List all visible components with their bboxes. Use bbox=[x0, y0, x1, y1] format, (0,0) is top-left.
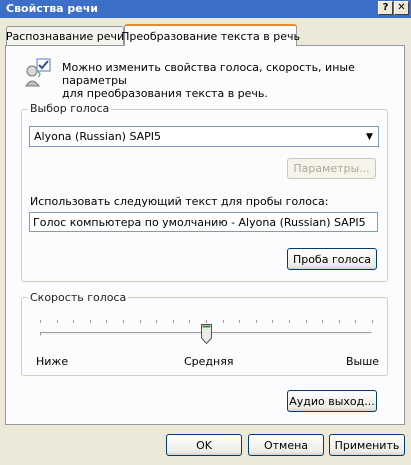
ok-button[interactable]: OK bbox=[166, 434, 242, 456]
preview-text-input[interactable]: Голос компьютера по умолчанию - Alyona (… bbox=[29, 212, 378, 232]
slider-tick bbox=[56, 320, 58, 323]
slider-tick bbox=[73, 320, 75, 323]
apply-button[interactable]: Применить bbox=[329, 434, 405, 456]
tab-speech-recognition[interactable]: Распознавание речи bbox=[6, 26, 124, 45]
slider-tick bbox=[106, 320, 108, 323]
voice-selection-label: Выбор голоса bbox=[28, 102, 112, 115]
slider-tick bbox=[156, 320, 158, 323]
slider-tick bbox=[372, 320, 373, 323]
slider-tick bbox=[172, 320, 174, 323]
slider-tick bbox=[40, 320, 41, 323]
slider-tick bbox=[89, 320, 91, 323]
slider-tick bbox=[338, 320, 340, 323]
slider-tick bbox=[189, 320, 191, 323]
intro-text-line2: для преобразования текста в речь. bbox=[62, 87, 268, 100]
window-title: Свойства речи bbox=[6, 2, 99, 15]
speed-slider-thumb[interactable] bbox=[201, 324, 212, 345]
voice-speed-label: Скорость голоса bbox=[28, 291, 129, 304]
speed-mid-label: Средняя bbox=[184, 355, 234, 368]
slider-tick bbox=[255, 320, 257, 323]
help-button[interactable]: ? bbox=[378, 1, 393, 15]
speed-min-label: Ниже bbox=[36, 355, 69, 368]
slider-tick bbox=[322, 320, 324, 323]
voice-dropdown[interactable]: Alyona (Russian) SAPI5 ▼ bbox=[29, 126, 379, 147]
speed-max-label: Выше bbox=[346, 355, 380, 368]
slider-tick bbox=[206, 320, 207, 323]
preview-text-label: Использовать следующий текст для пробы г… bbox=[30, 195, 329, 208]
voice-dropdown-value: Alyona (Russian) SAPI5 bbox=[34, 130, 162, 143]
slider-tick bbox=[355, 320, 357, 323]
slider-tick bbox=[305, 320, 307, 323]
voice-settings-button[interactable]: Параметры... bbox=[287, 158, 376, 179]
close-button[interactable]: ✕ bbox=[394, 1, 409, 15]
tab-text-to-speech-label: Преобразование текста в речь bbox=[121, 29, 300, 43]
slider-tick bbox=[289, 320, 290, 323]
speech-properties-icon bbox=[23, 58, 53, 88]
slider-tick bbox=[123, 320, 124, 323]
tab-speech-recognition-label: Распознавание речи bbox=[5, 29, 125, 43]
slider-tick bbox=[239, 320, 241, 323]
slider-tick bbox=[272, 320, 274, 323]
preview-voice-button[interactable]: Проба голоса bbox=[287, 248, 377, 270]
intro-text-line1: Можно изменить свойства голоса, скорость… bbox=[62, 61, 355, 87]
tab-text-to-speech[interactable]: Преобразование текста в речь bbox=[121, 24, 300, 46]
slider-tick bbox=[139, 320, 141, 323]
chevron-down-icon[interactable]: ▼ bbox=[361, 127, 378, 146]
audio-output-button[interactable]: Аудио выход... bbox=[287, 390, 377, 412]
slider-tick bbox=[222, 320, 224, 323]
cancel-button[interactable]: Отмена bbox=[248, 434, 324, 456]
